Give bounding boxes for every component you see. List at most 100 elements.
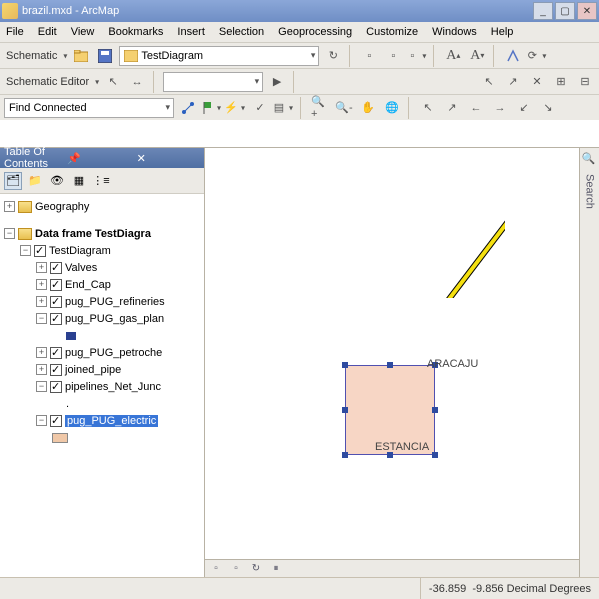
toc-layer[interactable]: pipelines_Net_Junc: [65, 381, 161, 393]
toc-layer[interactable]: pug_PUG_gas_plan: [65, 313, 164, 325]
toc-layer-selected[interactable]: pug_PUG_electric: [65, 415, 158, 427]
pause-draw-icon[interactable]: ⏸: [269, 562, 283, 576]
toc-tree[interactable]: +Geography −Data frame TestDiagra −TestD…: [0, 194, 204, 577]
trace-tool-icon[interactable]: ⚡: [226, 98, 246, 118]
font-bigger-icon[interactable]: A▴: [443, 46, 463, 66]
toc-options-icon[interactable]: ⋮≡: [92, 172, 110, 190]
expand-icon[interactable]: −: [36, 381, 47, 392]
search-icon[interactable]: 🔍: [582, 152, 598, 168]
expand-icon[interactable]: +: [36, 296, 47, 307]
layout-icon[interactable]: ▫: [359, 46, 379, 66]
editor-combo[interactable]: [163, 72, 263, 92]
search-tab-label[interactable]: Search: [584, 174, 596, 209]
toc-layer[interactable]: Valves: [65, 262, 97, 274]
resize-handle[interactable]: [342, 407, 348, 413]
toc-pin-icon[interactable]: 📌: [67, 152, 130, 165]
list-by-selection-icon[interactable]: ▦: [70, 172, 88, 190]
expand-icon[interactable]: −: [36, 313, 47, 324]
list-by-drawing-icon[interactable]: 🗂: [4, 172, 22, 190]
resize-handle[interactable]: [342, 452, 348, 458]
run-icon[interactable]: ▶: [267, 72, 287, 92]
expand-icon[interactable]: −: [36, 415, 47, 426]
toc-close-icon[interactable]: ✕: [137, 152, 200, 165]
expand-icon[interactable]: +: [36, 262, 47, 273]
expand-icon[interactable]: −: [4, 228, 15, 239]
results-icon[interactable]: ▤: [274, 98, 294, 118]
full-extent-icon[interactable]: 🌐: [382, 98, 402, 118]
layer-checkbox[interactable]: [50, 262, 62, 274]
layer-checkbox[interactable]: [34, 245, 46, 257]
propagate-icon[interactable]: [503, 46, 523, 66]
expand-icon[interactable]: +: [36, 364, 47, 375]
update-icon[interactable]: ⟳: [527, 46, 547, 66]
flag-icon[interactable]: [202, 98, 222, 118]
layer-checkbox[interactable]: [50, 279, 62, 291]
nav-se-icon[interactable]: ↘: [538, 98, 558, 118]
expand-icon[interactable]: +: [36, 347, 47, 358]
nav-ne-icon[interactable]: ↗: [442, 98, 462, 118]
minimize-button[interactable]: _: [533, 2, 553, 20]
save-diagram-icon[interactable]: [95, 46, 115, 66]
layer-checkbox[interactable]: [50, 381, 62, 393]
toc-layer[interactable]: pug_PUG_refineries: [65, 296, 165, 308]
refresh-view-icon[interactable]: ↻: [249, 562, 263, 576]
list-by-visibility-icon[interactable]: 👁: [48, 172, 66, 190]
resize-handle[interactable]: [387, 362, 393, 368]
menu-insert[interactable]: Insert: [177, 26, 205, 38]
nav-nw-icon[interactable]: ↖: [418, 98, 438, 118]
zoom-out-icon[interactable]: 🔍-: [334, 98, 354, 118]
font-smaller-icon[interactable]: A▾: [467, 46, 487, 66]
expand-icon[interactable]: +: [36, 279, 47, 290]
layout-view-icon[interactable]: ▫: [229, 562, 243, 576]
maximize-button[interactable]: ▢: [555, 2, 575, 20]
resize-handle[interactable]: [342, 362, 348, 368]
folder-icon[interactable]: [71, 46, 91, 66]
toc-geography[interactable]: Geography: [35, 201, 89, 213]
zoom-in-icon[interactable]: 🔍+: [310, 98, 330, 118]
toc-layer[interactable]: End_Cap: [65, 279, 111, 291]
pan-icon[interactable]: ✋: [358, 98, 378, 118]
toc-layer[interactable]: pug_PUG_petroche: [65, 347, 162, 359]
menu-file[interactable]: File: [6, 26, 24, 38]
layer-checkbox[interactable]: [50, 313, 62, 325]
layer-checkbox[interactable]: [50, 415, 62, 427]
list-by-source-icon[interactable]: 📁: [26, 172, 44, 190]
map-view[interactable]: ARACAJU ESTANCIA ▫ ▫ ↻ ⏸ 🔍 Search: [205, 148, 599, 577]
close-button[interactable]: ✕: [577, 2, 597, 20]
layout3-icon[interactable]: ▫: [407, 46, 427, 66]
toc-dataframe-testdiagram[interactable]: Data frame TestDiagra: [35, 228, 151, 240]
sel-plus-icon[interactable]: ⊞: [551, 72, 571, 92]
resize-handle[interactable]: [432, 452, 438, 458]
menu-customize[interactable]: Customize: [366, 26, 418, 38]
sel-node-icon[interactable]: ↗: [503, 72, 523, 92]
toc-layer[interactable]: TestDiagram: [49, 245, 111, 257]
layer-checkbox[interactable]: [50, 296, 62, 308]
solve-icon[interactable]: ✓: [250, 98, 270, 118]
nav-w-icon[interactable]: ←: [466, 98, 486, 118]
menu-bookmarks[interactable]: Bookmarks: [108, 26, 163, 38]
layout2-icon[interactable]: ▫: [383, 46, 403, 66]
move-icon[interactable]: ↔: [127, 72, 147, 92]
layer-checkbox[interactable]: [50, 347, 62, 359]
expand-icon[interactable]: −: [20, 245, 31, 256]
nav-sw-icon[interactable]: ↙: [514, 98, 534, 118]
expand-icon[interactable]: +: [4, 201, 15, 212]
schematic-editor-menu[interactable]: Schematic Editor: [4, 76, 99, 88]
schematic-menu[interactable]: Schematic: [4, 50, 67, 62]
data-view-icon[interactable]: ▫: [209, 562, 223, 576]
menu-windows[interactable]: Windows: [432, 26, 477, 38]
menu-edit[interactable]: Edit: [38, 26, 57, 38]
edit-arrow-icon[interactable]: ↖: [103, 72, 123, 92]
menu-geoprocessing[interactable]: Geoprocessing: [278, 26, 352, 38]
nav-e-icon[interactable]: →: [490, 98, 510, 118]
refresh-icon[interactable]: ↻: [323, 46, 343, 66]
sel-arrow-icon[interactable]: ↖: [479, 72, 499, 92]
connectivity-icon[interactable]: [178, 98, 198, 118]
menu-help[interactable]: Help: [491, 26, 514, 38]
map-canvas[interactable]: [205, 148, 505, 298]
trace-combo[interactable]: Find Connected: [4, 98, 174, 118]
layer-checkbox[interactable]: [50, 364, 62, 376]
sel-clear-icon[interactable]: ✕: [527, 72, 547, 92]
sel-minus-icon[interactable]: ⊟: [575, 72, 595, 92]
resize-handle[interactable]: [432, 407, 438, 413]
